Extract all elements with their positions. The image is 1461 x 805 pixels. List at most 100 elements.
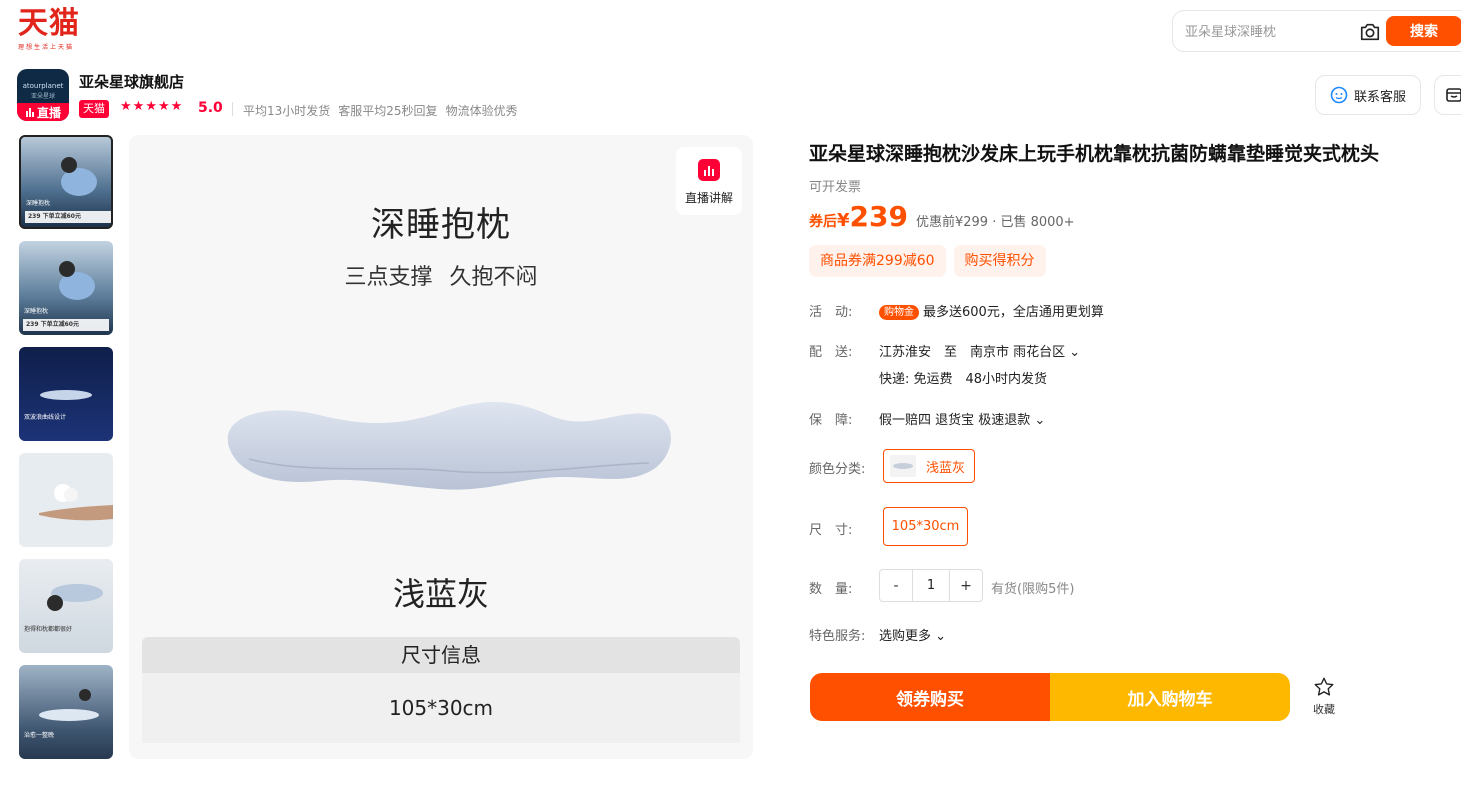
tmall-tag: 天猫 bbox=[79, 100, 109, 118]
avatar-brand-cn: 亚朵星球 bbox=[30, 93, 55, 100]
thumb-caption: 治愈一整晚 bbox=[24, 732, 55, 739]
delivery-location-select[interactable]: 江苏淮安 至 南京市 雨花台区 ⌄ bbox=[879, 341, 1080, 360]
shop-meta-shipping: 平均13小时发货 bbox=[243, 104, 331, 118]
color-label: 颜色分类: bbox=[809, 462, 866, 477]
special-service-label: 特色服务: bbox=[809, 629, 866, 644]
chevron-down-icon: ⌄ bbox=[935, 629, 947, 644]
shop-meta-logistics: 物流体验优秀 bbox=[445, 104, 518, 118]
image-title: 深睡抱枕 bbox=[371, 205, 511, 245]
shopping-gold-badge: 购物金 bbox=[879, 305, 919, 320]
activity-label: 活 动: bbox=[809, 305, 853, 320]
star-icon: ★ bbox=[145, 99, 157, 114]
main-product-image[interactable]: 深睡抱枕 三点支撑 久抱不闷 浅蓝灰 尺寸信息 105*30cm 直播讲解 bbox=[129, 135, 753, 759]
thumb-price: 239 下单立减60元 bbox=[25, 211, 111, 223]
search-button[interactable]: 搜索 bbox=[1386, 16, 1461, 46]
delivery-sub: 快递: 免运费 48小时内发货 bbox=[879, 372, 1048, 387]
quantity-stepper: - 1 + bbox=[879, 569, 983, 602]
color-option-label: 浅蓝灰 bbox=[926, 460, 966, 476]
shop-avatar[interactable]: atourplanet 亚朵星球 直播 bbox=[17, 69, 69, 121]
quantity-plus-button[interactable]: + bbox=[950, 570, 982, 601]
thumbnail-5[interactable]: 抱得和枕都都很好 bbox=[19, 559, 113, 653]
favorite-label: 收藏 bbox=[1313, 703, 1335, 716]
delivery-label: 配 送: bbox=[809, 345, 853, 360]
live-bars-icon bbox=[25, 108, 34, 117]
guarantee-text: 假一赔四 退货宝 极速退款 bbox=[879, 413, 1031, 428]
shop-store-button[interactable] bbox=[1434, 75, 1461, 115]
rating-stars: ★ ★ ★ ★ ★ bbox=[120, 99, 182, 114]
add-to-cart-button[interactable]: 加入购物车 bbox=[1050, 673, 1290, 721]
stock-status: 有货(限购5件) bbox=[991, 582, 1075, 597]
chevron-down-icon: ⌄ bbox=[1034, 413, 1046, 428]
logo-text: 天猫 bbox=[18, 6, 80, 41]
coupon-tag[interactable]: 商品券满299减60 bbox=[809, 245, 946, 277]
thumbnail-6[interactable]: 治愈一整晚 bbox=[19, 665, 113, 759]
contact-service-button[interactable]: 联系客服 bbox=[1315, 75, 1421, 115]
special-service-dropdown[interactable]: 选购更多 ⌄ bbox=[879, 625, 946, 644]
thumbnail-2[interactable]: 深睡抱枕 239 下单立减60元 bbox=[19, 241, 113, 335]
guarantee-label: 保 障: bbox=[809, 413, 853, 428]
thumb-sleeper bbox=[47, 584, 103, 611]
tmall-logo[interactable]: 天猫 理想生活上天猫 bbox=[18, 8, 88, 52]
points-tag[interactable]: 购买得积分 bbox=[953, 245, 1046, 277]
thumb-price: 239 下单立减60元 bbox=[23, 319, 109, 331]
promo-tags: 商品券满299减60 购买得积分 bbox=[809, 245, 1046, 277]
favorite-button[interactable]: 收藏 bbox=[1306, 676, 1342, 720]
live-explain-button[interactable]: 直播讲解 bbox=[676, 147, 742, 215]
image-color-name: 浅蓝灰 bbox=[392, 575, 489, 613]
live-label: 直播 bbox=[36, 105, 61, 120]
shop-rating: 5.0 bbox=[198, 100, 223, 116]
shop-meta-service: 客服平均25秒回复 bbox=[338, 104, 438, 118]
star-icon: ★ bbox=[120, 99, 132, 114]
shop-name[interactable]: 亚朵星球旗舰店 bbox=[79, 71, 184, 92]
color-thumb-icon bbox=[890, 455, 916, 477]
price-row: 券后 ¥ 239 优惠前¥299 · 已售 8000+ bbox=[809, 200, 1075, 233]
star-icon: ★ bbox=[132, 99, 145, 114]
store-icon bbox=[1446, 88, 1461, 102]
chevron-down-icon: ⌄ bbox=[1069, 345, 1081, 360]
size-info-table: 尺寸信息 105*30cm bbox=[142, 637, 740, 743]
size-option-selected[interactable]: 105*30cm bbox=[883, 507, 968, 546]
shop-meta: 平均13小时发货 客服平均25秒回复 物流体验优秀 bbox=[243, 102, 518, 119]
buy-with-coupon-button[interactable]: 领券购买 bbox=[810, 673, 1050, 721]
invoice-note: 可开发票 bbox=[809, 180, 862, 195]
quantity-input[interactable]: 1 bbox=[912, 570, 950, 601]
thumbnail-4[interactable] bbox=[19, 453, 113, 547]
delivery-text: 江苏淮安 至 南京市 雨花台区 bbox=[879, 345, 1066, 360]
camera-icon[interactable] bbox=[1359, 21, 1381, 43]
star-icon: ★ bbox=[157, 99, 170, 114]
special-service-text: 选购更多 bbox=[879, 629, 932, 644]
thumb-pillow-figure bbox=[40, 390, 92, 400]
currency-symbol: ¥ bbox=[837, 210, 850, 231]
star-icon: ★ bbox=[170, 99, 183, 114]
thumb-caption: 抱得和枕都都很好 bbox=[24, 626, 73, 633]
service-face-icon bbox=[1330, 86, 1348, 104]
thumb-caption: 双波浪曲线设计 bbox=[24, 414, 67, 421]
thumb-caption: 深睡抱枕 bbox=[24, 308, 49, 315]
image-subtitle: 三点支撑 久抱不闷 bbox=[344, 265, 538, 290]
search-bar: 搜索 bbox=[1172, 10, 1461, 52]
pillow-illustration bbox=[227, 402, 671, 490]
guarantee-dropdown[interactable]: 假一赔四 退货宝 极速退款 ⌄ bbox=[879, 409, 1045, 428]
live-explain-label: 直播讲解 bbox=[684, 191, 733, 205]
thumb-hand-fiber bbox=[39, 484, 113, 521]
thumb-caption: 深睡抱枕 bbox=[26, 200, 51, 207]
activity-text: 最多送600元，全店通用更划算 bbox=[923, 305, 1104, 320]
size-info-value: 105*30cm bbox=[142, 673, 740, 743]
activity-value: 购物金 最多送600元，全店通用更划算 bbox=[879, 301, 1104, 320]
thumb-sleeper bbox=[39, 689, 99, 721]
quantity-label: 数 量: bbox=[809, 582, 853, 597]
logo-subtitle: 理想生活上天猫 bbox=[18, 44, 75, 51]
search-input[interactable] bbox=[1185, 22, 1355, 42]
divider bbox=[232, 102, 233, 116]
coupon-price: 239 bbox=[849, 200, 908, 233]
avatar-brand: atourplanet bbox=[22, 82, 64, 90]
thumbnail-3[interactable]: 双波浪曲线设计 bbox=[19, 347, 113, 441]
product-title: 亚朵星球深睡抱枕沙发床上玩手机枕靠枕抗菌防螨靠垫睡觉夹式枕头 bbox=[809, 143, 1380, 165]
quantity-minus-button[interactable]: - bbox=[880, 570, 912, 601]
original-price-sold: 优惠前¥299 · 已售 8000+ bbox=[915, 215, 1075, 230]
live-badge[interactable]: 直播 bbox=[17, 103, 69, 121]
color-option-selected[interactable]: 浅蓝灰 bbox=[883, 449, 975, 483]
star-outline-icon bbox=[1314, 677, 1334, 696]
coupon-price-label: 券后 bbox=[809, 214, 837, 230]
thumbnail-1[interactable]: 深睡抱枕 239 下单立减60元 bbox=[19, 135, 113, 229]
